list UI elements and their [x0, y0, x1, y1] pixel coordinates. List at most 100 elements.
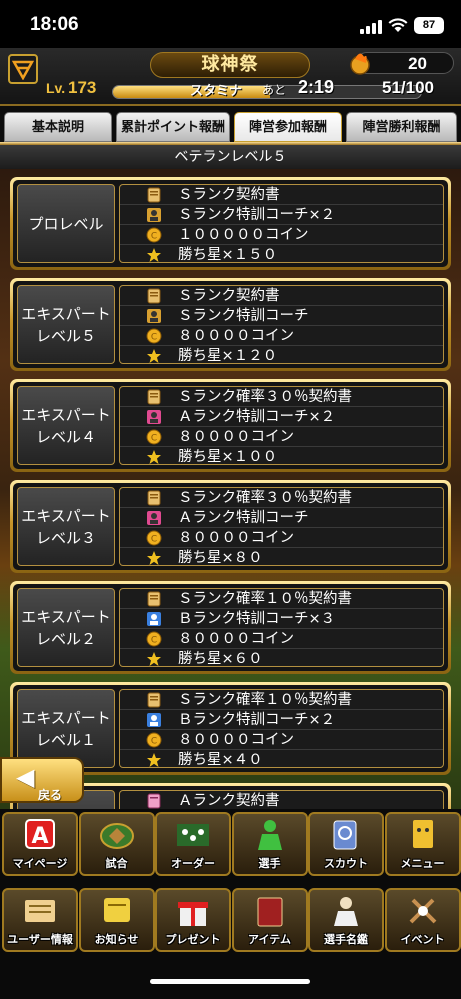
nav-button-mypage[interactable]: A マイページ	[2, 812, 78, 876]
reward-item-text: Ａランク契約書	[178, 793, 280, 809]
reward-card: エキスパート レベル４ Ｓランク確率３０％契約書 Ａランク特訓コーチ×２ C ８００００…	[10, 379, 451, 472]
notice-icon	[99, 894, 135, 928]
nav-button-user-info[interactable]: ユーザー情報	[2, 888, 78, 952]
nav-label: スカウト	[324, 857, 368, 870]
present-icon	[175, 894, 211, 928]
event-title: 球神祭	[150, 52, 310, 78]
star-icon	[146, 348, 162, 363]
nav-label: アイテム	[248, 933, 291, 946]
event-icon	[405, 894, 441, 928]
tab-cumulative-points[interactable]: 累計ポイント報酬	[116, 112, 230, 142]
home-indicator[interactable]	[150, 979, 310, 984]
reward-item: Ｓランク特訓コーチ×２	[120, 205, 443, 225]
nav-label: 試合	[105, 857, 128, 870]
back-button[interactable]: ◀ 戻る	[0, 757, 84, 803]
battery-icon: 87	[414, 17, 444, 34]
nav-button-menu[interactable]: メニュー	[384, 812, 461, 876]
nav-button-directory[interactable]: 選手名鑑	[308, 888, 384, 952]
coach-icon-s	[146, 308, 162, 324]
coach-icon-s	[146, 207, 162, 223]
reward-item-text: １０００００コイン	[178, 227, 309, 243]
reward-item: 勝ち星×１００	[120, 447, 443, 464]
tab-victory-reward[interactable]: 陣営勝利報酬	[346, 112, 457, 142]
reward-items: Ｓランク確率３０％契約書 Ａランク特訓コーチ×２ C ８００００コイン 勝ち星×１００	[119, 386, 444, 465]
reward-item: 勝ち星×４０	[120, 750, 443, 767]
reward-card-body: エキスパート レベル５ Ｓランク契約書 Ｓランク特訓コーチ C ８００００コイン 勝ち星×…	[13, 281, 448, 368]
reward-item: C ８００００コイン	[120, 326, 443, 346]
mypage-icon: A	[22, 818, 58, 852]
reward-item-text: 勝ち星×８０	[178, 550, 263, 566]
reward-item: Ａランク特訓コーチ×２	[120, 407, 443, 427]
reward-list[interactable]: プロレベル Ｓランク契約書 Ｓランク特訓コーチ×２ C １０００００コイン 勝ち星×１５０…	[0, 169, 461, 809]
cellular-signal-icon	[360, 20, 382, 34]
wifi-icon	[388, 18, 408, 32]
reward-level-label: プロレベル	[17, 184, 115, 263]
nav-button-notice[interactable]: お知らせ	[78, 888, 155, 952]
star-icon	[146, 752, 162, 767]
coin-icon: C	[146, 631, 162, 647]
tab-basic-info[interactable]: 基本説明	[4, 112, 112, 142]
order-icon	[175, 818, 211, 852]
contract-icon	[146, 389, 162, 405]
reward-item: C ８００００コイン	[120, 528, 443, 548]
nav-label: メニュー	[400, 857, 445, 870]
nav-label: オーダー	[171, 857, 215, 870]
bottom-navigation: A マイページ 試合 オーダー 選手 スカウト メニュー ユーザー情報 お知らせ プレゼント アイ…	[0, 809, 461, 999]
reward-item: 勝ち星×１５０	[120, 245, 443, 263]
reward-item: C ８００００コイン	[120, 730, 443, 750]
stamina-count: 51/100	[382, 78, 434, 97]
coin-icon: C	[146, 328, 162, 344]
flame-coin-icon	[350, 53, 370, 75]
nav-button-item[interactable]: アイテム	[231, 888, 308, 952]
nav-button-event[interactable]: イベント	[384, 888, 461, 952]
reward-level-label: エキスパート レベル３	[17, 487, 115, 566]
nav-button-player[interactable]: 選手	[231, 812, 308, 876]
coin-icon: C	[146, 429, 162, 445]
reward-item-text: Ｓランク確率１０％契約書	[178, 591, 352, 607]
reward-item-text: ８００００コイン	[178, 429, 294, 445]
recovery-label: あと	[262, 83, 287, 97]
reward-level-label: エキスパート レベル２	[17, 588, 115, 667]
stamina-label: スタミナ	[190, 84, 243, 99]
reward-item: 勝ち星×１２０	[120, 346, 443, 363]
level-label: Lv.	[46, 80, 66, 96]
nav-label: マイページ	[12, 857, 68, 870]
coach-icon-b	[146, 611, 162, 627]
reward-item-text: 勝ち星×１５０	[178, 247, 278, 263]
reward-item: Ｓランク特訓コーチ	[120, 306, 443, 326]
reward-item: C ８００００コイン	[120, 629, 443, 649]
back-label: 戻る	[38, 788, 63, 802]
reward-item-text: Ａランク特訓コーチ	[178, 510, 309, 526]
tab-participation-reward[interactable]: 陣営参加報酬	[234, 112, 342, 142]
svg-text:C: C	[151, 434, 157, 444]
coin-icon: C	[146, 732, 162, 748]
reward-level-label: エキスパート レベル４	[17, 386, 115, 465]
reward-item-text: Ｓランク特訓コーチ×２	[178, 207, 336, 223]
contract-icon	[146, 591, 162, 607]
reward-item: C １０００００コイン	[120, 225, 443, 245]
user-info-icon	[22, 894, 58, 928]
reward-item: Ｂランク特訓コーチ×３	[120, 609, 443, 629]
nav-button-present[interactable]: プレゼント	[155, 888, 231, 952]
contract-icon-pink	[146, 793, 162, 809]
reward-item-text: Ｓランク確率３０％契約書	[178, 490, 352, 506]
svg-text:C: C	[151, 232, 157, 242]
star-icon	[146, 247, 162, 262]
reward-item: C ８００００コイン	[120, 427, 443, 447]
reward-item: Ｓランク契約書	[120, 185, 443, 205]
reward-item-text: Ａランク特訓コーチ×２	[178, 409, 336, 425]
coach-icon-b	[146, 712, 162, 728]
reward-item-text: Ｂランク特訓コーチ×３	[178, 611, 336, 627]
reward-level-label: エキスパート レベル５	[17, 285, 115, 364]
back-arrow-icon: ◀	[16, 763, 35, 791]
svg-text:C: C	[151, 737, 157, 747]
nav-button-scout[interactable]: スカウト	[308, 812, 384, 876]
tab-bar: 基本説明 累計ポイント報酬 陣営参加報酬 陣営勝利報酬	[0, 104, 461, 142]
reward-card-body: エキスパート レベル３ Ｓランク確率３０％契約書 Ａランク特訓コーチ C ８００００コイ…	[13, 483, 448, 570]
reward-card: プロレベル Ｓランク契約書 Ｓランク特訓コーチ×２ C １０００００コイン 勝ち星×１５０	[10, 177, 451, 270]
nav-button-order[interactable]: オーダー	[155, 812, 231, 876]
svg-text:C: C	[151, 535, 157, 545]
svg-text:C: C	[151, 636, 157, 646]
nav-button-stadium[interactable]: 試合	[78, 812, 155, 876]
reward-item: 勝ち星×８０	[120, 548, 443, 566]
